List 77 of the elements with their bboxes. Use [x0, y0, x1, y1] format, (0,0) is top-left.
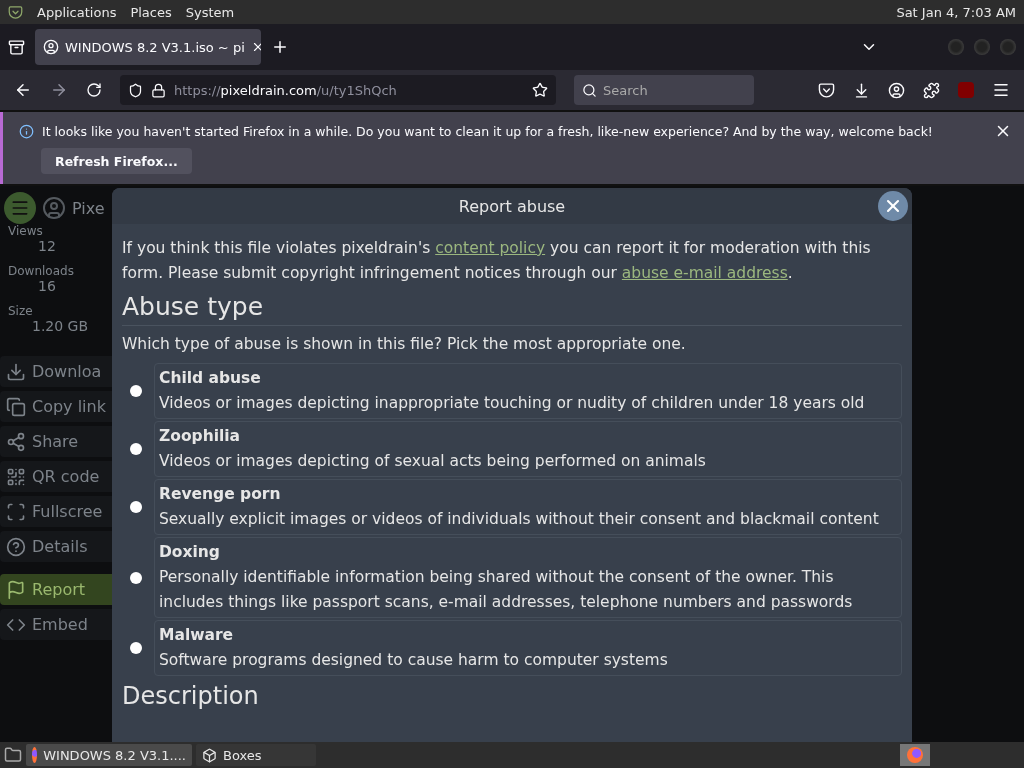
search-field[interactable]: Search — [574, 75, 754, 105]
abuse-option[interactable]: Doxing Personally identifiable information being shared without the consent of the owner. This includes things like passport scans, e-mail addresses, telephone numbers and passwords — [154, 537, 902, 618]
copy-icon — [6, 396, 26, 417]
share-icon — [6, 431, 26, 452]
reload-icon[interactable] — [86, 82, 102, 98]
sidebar-item[interactable]: Embed — [0, 609, 112, 640]
browser-tab[interactable]: WINDOWS 8.2 V3.1.iso ~ pi — [35, 29, 261, 65]
url-text: https://pixeldrain.com/u/ty1ShQch — [174, 82, 398, 98]
panel-menu[interactable]: Applications — [37, 4, 117, 20]
abuse-option[interactable]: Zoophilia Videos or images depicting of sexual acts being performed on animals — [154, 421, 902, 477]
taskbar-window[interactable]: Boxes — [196, 744, 316, 766]
help-icon — [6, 536, 26, 557]
dialog-title: Report abuse — [458, 196, 566, 216]
fullscreen-icon — [6, 501, 26, 522]
flag-icon — [6, 579, 26, 600]
sidebar-item[interactable]: Details — [0, 531, 112, 562]
window-title: Boxes — [223, 747, 262, 763]
lock-icon[interactable] — [151, 82, 166, 98]
stat-value: 16 — [38, 278, 56, 294]
panel-clock[interactable]: Sat Jan 4, 7:03 AM — [896, 4, 1016, 20]
stat-label: Size — [8, 304, 33, 318]
stat-value: 12 — [38, 238, 56, 254]
intro-paragraph: If you think this file violates pixeldrain's content policy you can report it for moderation with this form. Please submit copyright infringement notices through our abuse e-mail address. — [122, 238, 872, 284]
brand-name: Pixe — [72, 198, 105, 218]
sidebar-item[interactable]: Fullscree — [0, 496, 112, 527]
pocket-icon[interactable] — [818, 81, 835, 99]
search-icon — [582, 82, 597, 98]
back-icon[interactable] — [14, 81, 32, 99]
window-title: WINDOWS 8.2 V3.1.... — [43, 747, 186, 763]
stat-label: Downloads — [8, 264, 74, 278]
brand-logo-icon — [42, 196, 66, 220]
abuse-option[interactable]: Child abuse Videos or images depicting inappropriate touching or nudity of children under 18 years old — [154, 363, 902, 419]
stat-label: Views — [8, 224, 43, 238]
download-icon — [6, 361, 26, 382]
notification-message: It looks like you haven't started Firefox in a while. Do you want to clean it up for a fresh, like-new experience? And by the way, welcome back! — [42, 123, 934, 139]
qr-code-icon — [6, 466, 26, 487]
show-desktop-icon[interactable] — [4, 746, 22, 764]
policy-link[interactable]: content policy — [435, 239, 546, 257]
question-text: Which type of abuse is shown in this file? Pick the most appropriate one. — [122, 334, 687, 355]
forward-icon[interactable] — [50, 81, 68, 99]
distro-logo-icon[interactable] — [8, 4, 23, 20]
site-icon — [43, 39, 59, 55]
radio-button[interactable] — [130, 642, 142, 654]
policy-link[interactable]: abuse e-mail address — [621, 264, 788, 282]
new-tab-icon[interactable] — [271, 38, 289, 56]
shield-icon[interactable] — [128, 82, 143, 98]
stat-value: 1.20 GB — [32, 318, 89, 334]
radio-button[interactable] — [130, 501, 142, 513]
sidebar-item[interactable]: Copy link — [0, 391, 112, 422]
tab-list-icon[interactable] — [8, 38, 25, 56]
sidebar-item[interactable]: Downloa — [0, 356, 112, 387]
address-bar[interactable]: https://pixeldrain.com/u/ty1ShQch — [120, 75, 556, 105]
section-heading: Abuse type — [122, 292, 902, 326]
radio-button[interactable] — [130, 571, 142, 584]
section-heading: Description — [122, 683, 260, 709]
menu-icon[interactable] — [992, 81, 1010, 99]
menu-icon — [10, 198, 30, 218]
download-icon[interactable] — [853, 81, 870, 99]
panel-menu[interactable]: Places — [130, 4, 172, 20]
sidebar-item[interactable]: Report — [0, 574, 112, 605]
workspace-switcher[interactable] — [900, 744, 930, 766]
refresh-button[interactable]: Refresh Firefox... — [41, 148, 192, 174]
box-icon — [202, 747, 217, 763]
menu-button[interactable] — [4, 192, 36, 224]
panel-menu[interactable]: System — [185, 4, 235, 20]
taskbar-window[interactable]: WINDOWS 8.2 V3.1.... — [26, 744, 192, 766]
close-button[interactable] — [878, 191, 908, 221]
radio-button[interactable] — [130, 385, 142, 397]
abuse-option[interactable]: Malware Software programs designed to cause harm to computer systems — [154, 620, 902, 676]
star-icon[interactable] — [532, 82, 548, 98]
account-icon[interactable] — [888, 81, 905, 99]
sidebar-item[interactable]: Share — [0, 426, 112, 457]
sidebar-item[interactable]: QR code — [0, 461, 112, 492]
info-icon — [19, 123, 34, 139]
abuse-option[interactable]: Revenge porn Sexually explicit images or videos of individuals without their consent and blackmail content — [154, 479, 902, 535]
radio-button[interactable] — [130, 443, 142, 455]
extensions-icon[interactable] — [923, 81, 940, 99]
